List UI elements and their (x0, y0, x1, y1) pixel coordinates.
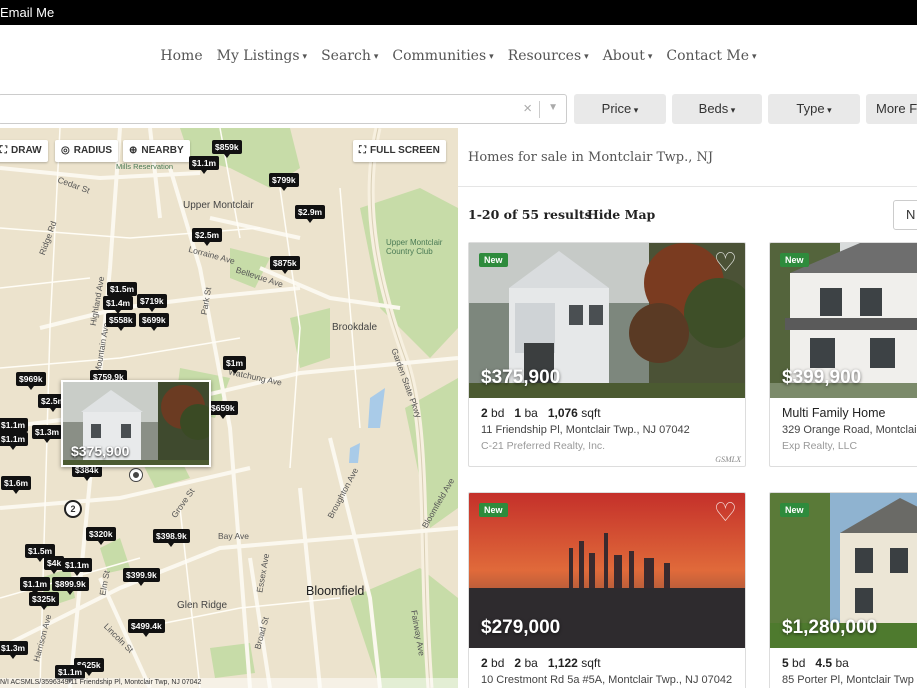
place-label: Mills Reservation (116, 162, 174, 171)
place-label: Upper Montclair (183, 200, 254, 211)
heart-icon[interactable]: ♡ (714, 499, 737, 525)
listing-pin[interactable]: $1.4m (103, 296, 134, 314)
listing-pin[interactable]: $320k (86, 527, 116, 545)
listing-price: $1,280,000 (782, 617, 878, 638)
results-panel: Homes for sale in Montclair Twp., NJ 1-2… (458, 128, 917, 688)
new-badge: New (479, 253, 508, 267)
listing-pin[interactable]: $659k (208, 401, 238, 419)
selected-location-marker (130, 469, 142, 481)
listing-address: 10 Crestmont Rd 5a #5A, Montclair Twp., … (481, 674, 733, 686)
chevron-down-icon[interactable]: ▼ (548, 102, 558, 113)
listing-pin[interactable]: $2.9m (295, 205, 326, 223)
listing-pin[interactable]: $899.9k (52, 577, 89, 595)
listing-card[interactable]: New ♡ $375,900 2 bd 1 ba 1,076 sqft 11 F… (468, 242, 746, 467)
listing-pin[interactable]: $699k (139, 313, 169, 331)
listing-price: $375,900 (481, 367, 561, 388)
beds-filter-button[interactable]: Beds (672, 94, 762, 124)
more-filters-button[interactable]: More Fi (866, 94, 917, 124)
results-count: 1-20 of 55 results (468, 207, 592, 222)
listing-pin[interactable]: $558k (106, 313, 136, 331)
draw-icon: ⛶ (0, 145, 7, 156)
listing-pin[interactable]: $1.1m (0, 418, 29, 436)
map-attribution: N/I ACSMLS/3596349/11 Friendship Pl, Mon… (0, 678, 458, 688)
listing-pin[interactable]: $875k (270, 256, 300, 274)
listing-type: Multi Family Home (782, 406, 886, 420)
heart-icon[interactable]: ♡ (714, 249, 737, 275)
listing-pin[interactable]: $399.9k (123, 568, 160, 586)
listing-pin[interactable]: $398.9k (153, 529, 190, 547)
listing-pin[interactable]: $2.5m (192, 228, 223, 246)
nav-contact-me[interactable]: Contact Me (666, 48, 756, 64)
new-badge: New (780, 253, 809, 267)
place-label: Upper Montclair Country Club (386, 238, 443, 256)
listing-address: 329 Orange Road, Montclair (782, 424, 917, 436)
radius-icon: ◎ (61, 145, 70, 156)
listing-broker: Exp Realty, LLC (782, 440, 858, 452)
listing-specs: 2 bd 1 ba 1,076 sqft (481, 406, 601, 420)
road-label: Bay Ave (218, 531, 250, 541)
listing-pin[interactable]: $325k (29, 592, 59, 610)
divider (458, 186, 917, 187)
hide-map-button[interactable]: Hide Map (587, 207, 655, 222)
listing-specs: 2 bd 2 ba 1,122 sqft (481, 656, 601, 670)
listing-pin[interactable]: $1.1m (62, 558, 93, 576)
nav-home[interactable]: Home (160, 48, 202, 64)
cluster-marker[interactable]: 2 (64, 500, 82, 518)
listing-pin[interactable]: $1.1m (20, 577, 51, 595)
listing-card[interactable]: New $399,900 Multi Family Home 329 Orang… (769, 242, 917, 467)
listing-preview-popup[interactable]: $375,900 (61, 380, 211, 467)
price-filter-button[interactable]: Price (574, 94, 666, 124)
draw-tool-button[interactable]: ⛶ DRAW (0, 140, 48, 162)
listing-pin[interactable]: $719k (137, 294, 167, 312)
nav-communities[interactable]: Communities (392, 48, 493, 64)
nav-about[interactable]: About (603, 48, 653, 64)
new-badge: New (780, 503, 809, 517)
mls-source: GSMLX (715, 455, 741, 464)
listing-pin[interactable]: $859k (212, 140, 242, 158)
place-label: Glen Ridge (177, 600, 228, 611)
new-badge: New (479, 503, 508, 517)
listing-broker: C-21 Preferred Realty, Inc. (481, 440, 606, 452)
listing-pin[interactable]: $1.5m (107, 282, 138, 300)
listing-pin[interactable]: $1.1m (189, 156, 220, 174)
listing-address: 11 Friendship Pl, Montclair Twp., NJ 070… (481, 424, 690, 436)
clear-search-icon[interactable]: × (523, 100, 532, 117)
popup-price: $375,900 (71, 443, 130, 459)
place-label: Bloomfield (306, 584, 365, 598)
listing-pin[interactable]: $1m (223, 356, 247, 374)
listing-pin[interactable]: $1.1m (0, 432, 29, 450)
fullscreen-button[interactable]: ⛶ FULL SCREEN (353, 140, 446, 162)
nav-search[interactable]: Search (321, 48, 378, 64)
listing-card[interactable]: New ♡ $279,000 2 bd 2 ba 1,122 sqft 10 C… (468, 492, 746, 688)
email-me-link[interactable]: Email Me (0, 5, 54, 20)
listing-price: $399,900 (782, 367, 862, 388)
nearby-tool-button[interactable]: ⊕ NEARBY (123, 140, 190, 162)
listing-pin[interactable]: $1.3m (0, 641, 29, 659)
sort-dropdown[interactable]: N (893, 200, 917, 230)
main-nav: Home My Listings Search Communities Reso… (0, 25, 917, 87)
top-bar: Email Me (0, 0, 917, 25)
listing-pin[interactable]: $499.4k (128, 619, 165, 637)
nearby-icon: ⊕ (129, 145, 138, 156)
location-search-input[interactable]: × ▼ (0, 94, 567, 124)
filter-bar: × ▼ Price Beds Type More Fi (0, 88, 917, 128)
place-label: Brookdale (332, 322, 378, 333)
listing-pin[interactable]: $1.6m (1, 476, 32, 494)
listing-pin[interactable]: $969k (16, 372, 46, 390)
listing-pin[interactable]: $1.3m (32, 425, 63, 443)
radius-tool-button[interactable]: ◎ RADIUS (55, 140, 119, 162)
nav-resources[interactable]: Resources (508, 48, 589, 64)
listing-pin[interactable]: $1.1m (55, 665, 86, 683)
listing-card[interactable]: New $1,280,000 5 bd 4.5 ba 85 Porter Pl,… (769, 492, 917, 688)
listing-specs: 5 bd 4.5 ba (782, 656, 849, 670)
type-filter-button[interactable]: Type (768, 94, 860, 124)
listing-price: $279,000 (481, 617, 561, 638)
listing-address: 85 Porter Pl, Montclair Twp (782, 674, 914, 686)
fullscreen-icon: ⛶ (359, 145, 366, 156)
listing-pin[interactable]: $799k (269, 173, 299, 191)
nav-my-listings[interactable]: My Listings (217, 48, 307, 64)
page-title: Homes for sale in Montclair Twp., NJ (468, 150, 714, 165)
map-panel[interactable]: ⛶ DRAW ◎ RADIUS ⊕ NEARBY ⛶ FULL SCREEN Upper… (0, 128, 458, 688)
divider (539, 101, 540, 118)
